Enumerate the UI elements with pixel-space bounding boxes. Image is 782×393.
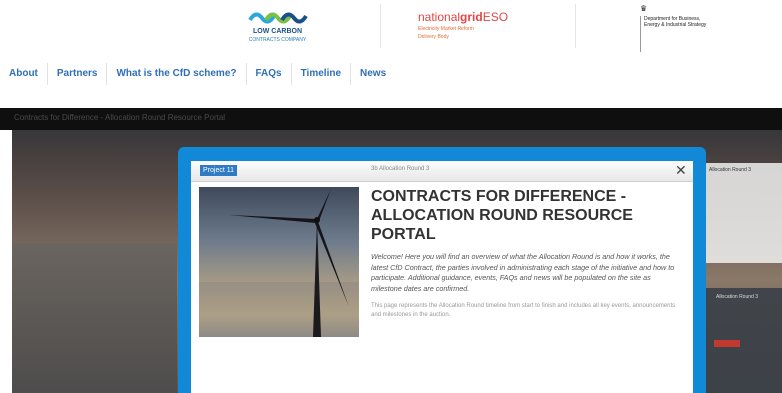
modal-body: This page represents the Allocation Roun…: [371, 303, 676, 318]
side-card-dark-text: Allocation Round 3: [716, 294, 758, 300]
nav-news[interactable]: News: [351, 62, 395, 86]
lcc-wave-icon: [248, 12, 308, 24]
ng-logo-sub2: Delivery Body: [418, 34, 449, 40]
modal-header: Project 11 3b Allocation Round 3 ✕: [191, 161, 693, 182]
logo-bar: LOW CARBON CONTRACTS COMPANY nationalgri…: [0, 0, 782, 55]
welcome-modal: Project 11 3b Allocation Round 3 ✕ CONTR…: [191, 161, 693, 393]
wind-turbine-illustration: [199, 189, 359, 337]
modal-tag[interactable]: Project 11: [200, 165, 237, 176]
nav-partners[interactable]: Partners: [48, 62, 107, 86]
logo-divider: [380, 4, 381, 48]
nav-cfd-scheme[interactable]: What is the CfD scheme?: [107, 62, 245, 86]
ng-logo-text-b: grid: [460, 10, 483, 24]
modal-round-label: 3b Allocation Round 3: [371, 166, 430, 172]
modal-intro: Welcome! Here you will find an overview …: [371, 252, 675, 293]
lcc-logo-text: LOW CARBON: [253, 28, 302, 35]
side-card-text: Allocation Round 3: [709, 167, 751, 173]
ng-logo-text-c: ESO: [482, 10, 509, 24]
nav-about[interactable]: About: [0, 62, 47, 86]
national-grid-eso-logo[interactable]: nationalgridESO Electricity Market Refor…: [418, 10, 538, 46]
hero-background-image: [12, 243, 177, 393]
lcc-logo-subtext: CONTRACTS COMPANY: [248, 37, 307, 43]
ng-logo-sub1: Electricity Market Reform: [418, 26, 474, 32]
hero-left-edge: [0, 130, 12, 393]
ng-logo-text-a: national: [418, 10, 461, 24]
close-icon[interactable]: ✕: [675, 162, 687, 179]
modal-content: CONTRACTS FOR DIFFERENCE - ALLOCATION RO…: [371, 187, 681, 326]
gov-crest-icon: ♛: [640, 4, 648, 13]
hero-caption-bar: Contracts for Difference - Allocation Ro…: [0, 108, 782, 130]
nav-faqs[interactable]: FAQs: [247, 62, 291, 86]
side-card[interactable]: Allocation Round 3: [705, 163, 782, 263]
beis-logo-text: Department for Business, Energy & Indust…: [644, 16, 707, 28]
logo-divider: [575, 4, 576, 48]
nav-timeline[interactable]: Timeline: [292, 62, 350, 86]
hero-caption: Contracts for Difference - Allocation Ro…: [14, 113, 226, 122]
beis-logo[interactable]: Department for Business, Energy & Indust…: [640, 16, 714, 52]
main-nav: About Partners What is the CfD scheme? F…: [0, 62, 395, 86]
low-carbon-contracts-logo[interactable]: LOW CARBON CONTRACTS COMPANY: [230, 6, 325, 48]
modal-title: CONTRACTS FOR DIFFERENCE - ALLOCATION RO…: [371, 188, 633, 243]
wind-turbine-image: [199, 187, 359, 337]
side-red-badge: [714, 340, 740, 347]
